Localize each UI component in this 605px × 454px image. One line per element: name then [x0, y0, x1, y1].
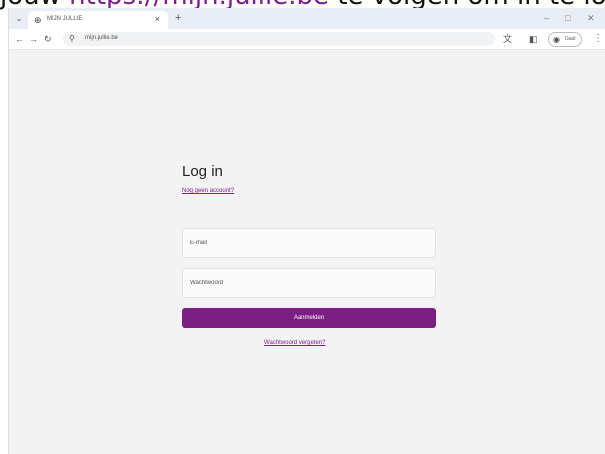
close-window-icon[interactable]: ✕	[587, 12, 595, 24]
browser-toolbar: ← → ↻ ⚲ mijn.jullie.be 文 ◧ ◉ Gast ⋮	[9, 29, 605, 50]
avatar-icon: ◉	[553, 35, 560, 44]
register-link[interactable]: Nog geen account?	[182, 188, 234, 194]
reload-icon[interactable]: ↻	[44, 33, 52, 45]
tab-active[interactable]: ⊕ MIJN JULLIE ×	[28, 11, 168, 29]
maximize-icon[interactable]: □	[565, 12, 570, 24]
kebab-icon[interactable]: ⋮	[593, 33, 603, 45]
side-panel-icon[interactable]: ◧	[529, 33, 538, 45]
profile-button[interactable]: ◉ Gast	[548, 32, 582, 47]
email-field[interactable]	[182, 228, 436, 258]
arrow-left-icon[interactable]: ←	[15, 33, 24, 45]
address-bar[interactable]: ⚲ mijn.jullie.be	[63, 32, 495, 46]
page-title: Log in	[182, 163, 223, 180]
arrow-right-icon[interactable]: →	[29, 33, 38, 45]
close-icon[interactable]: ×	[155, 14, 160, 24]
address-url[interactable]: mijn.jullie.be	[85, 35, 118, 41]
profile-label: Gast	[565, 36, 576, 42]
minimize-icon[interactable]: –	[544, 12, 549, 24]
forgot-password-link[interactable]: Wachtwoord vergeten?	[264, 340, 325, 346]
password-field[interactable]	[182, 268, 436, 298]
tune-icon[interactable]: ⚲	[69, 34, 75, 44]
translate-icon[interactable]: 文	[503, 33, 512, 45]
tab-search-icon[interactable]: ⌄	[13, 13, 25, 24]
tab-bar: ⌄ ⊕ MIJN JULLIE × + – □ ✕	[9, 8, 605, 29]
globe-icon: ⊕	[34, 15, 42, 25]
browser-window: ⌄ ⊕ MIJN JULLIE × + – □ ✕ ← → ↻ ⚲ mijn.j…	[8, 8, 605, 454]
login-button[interactable]: Aanmelden	[182, 308, 436, 328]
plus-icon[interactable]: +	[175, 12, 181, 24]
tab-title: MIJN JULLIE	[47, 16, 83, 22]
